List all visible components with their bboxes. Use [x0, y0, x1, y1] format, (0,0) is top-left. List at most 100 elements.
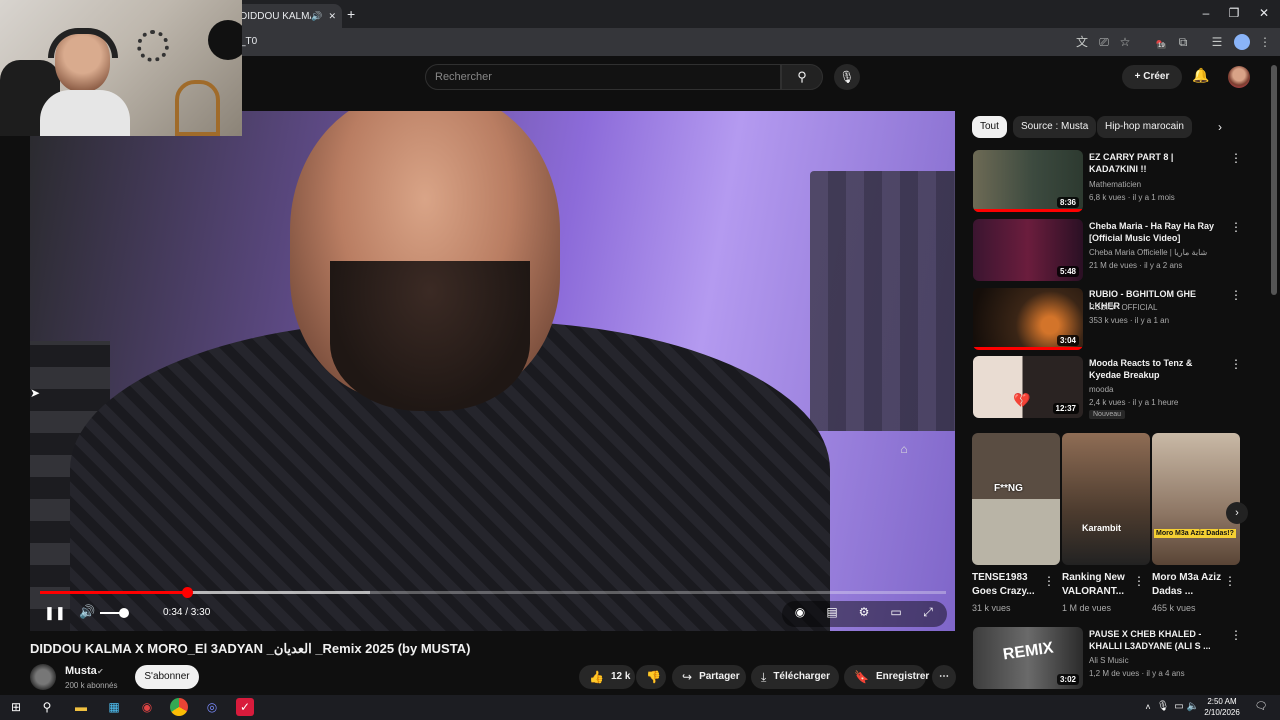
short-thumbnail[interactable]: Moro M3a Aziz Dadas!?: [1152, 433, 1240, 565]
restore-button[interactable]: ❐: [1224, 6, 1244, 20]
volume-icon: 🔊: [79, 604, 96, 619]
channel-avatar[interactable]: [30, 664, 56, 690]
more-actions-button[interactable]: ⋯: [932, 665, 956, 689]
browser-tab[interactable]: DIDDOU KALMA X MORO_El 🔊 ✕: [232, 4, 342, 28]
chip-source[interactable]: Source : Musta: [1013, 116, 1097, 138]
search-button[interactable]: ⚲: [781, 64, 823, 90]
more-vertical-icon[interactable]: ⋮: [1224, 574, 1236, 588]
taskbar-clock[interactable]: 2:50 AM 2/10/2026: [1200, 696, 1244, 718]
rec-channel[interactable]: mooda: [1089, 385, 1113, 394]
page-scrollbar[interactable]: [1271, 65, 1277, 295]
video-player[interactable]: [30, 111, 955, 631]
more-vertical-icon[interactable]: ⋮: [1230, 357, 1242, 371]
lamp: [208, 20, 242, 60]
autoplay-toggle[interactable]: ◉: [791, 605, 809, 619]
notifications-bell-icon[interactable]: 🔔: [1192, 67, 1209, 84]
media-control-icon[interactable]: ☰: [1209, 34, 1225, 50]
rec-thumbnail[interactable]: 5:48: [973, 219, 1083, 281]
download-button[interactable]: ⤓ Télécharger: [751, 665, 839, 689]
share-arrow-icon: ↪: [682, 670, 693, 684]
more-vertical-icon[interactable]: ⋮: [1230, 151, 1242, 165]
save-button[interactable]: 🔖 Enregistrer: [844, 665, 929, 689]
account-avatar[interactable]: [1228, 66, 1250, 88]
app-red-icon[interactable]: ✓: [236, 698, 254, 716]
windows-start-icon[interactable]: ⊞: [7, 698, 25, 716]
short-views: 1 M de vues: [1062, 603, 1112, 613]
rec-title[interactable]: Mooda Reacts to Tenz & Kyedae Breakup: [1089, 357, 1224, 381]
chrome-menu-icon[interactable]: ⋮: [1257, 34, 1273, 50]
rec-thumbnail[interactable]: REMIX 3:02: [973, 627, 1083, 689]
rec-channel[interactable]: RUBIO - OFFICIAL: [1089, 303, 1157, 312]
duration-badge: 8:36: [1056, 197, 1079, 208]
more-vertical-icon[interactable]: ⋮: [1133, 574, 1145, 588]
rec-thumbnail[interactable]: 💔 12:37: [973, 356, 1083, 418]
settings-button[interactable]: ⚙: [855, 605, 873, 619]
rec-channel[interactable]: Cheba Maria Officielle | شابة ماريا: [1089, 248, 1207, 257]
thumbnail-text: REMIX: [1001, 639, 1055, 664]
fullscreen-button[interactable]: ⤢: [919, 605, 937, 620]
channel-name[interactable]: Musta: [65, 665, 97, 677]
short-views: 465 k vues: [1152, 603, 1196, 613]
share-button[interactable]: ↪ Partager: [672, 665, 746, 689]
chip-all[interactable]: Tout: [972, 116, 1007, 138]
short-overlay-text: Karambit: [1082, 523, 1122, 533]
create-label: Créer: [1143, 71, 1170, 82]
rec-title[interactable]: EZ CARRY PART 8 | KADA7KINI !!: [1089, 151, 1224, 175]
app-icon[interactable]: ◉: [138, 698, 156, 716]
cast-icon[interactable]: ⎚: [1096, 34, 1112, 50]
short-thumbnail[interactable]: Karambit: [1062, 433, 1150, 565]
rec-channel[interactable]: Ali S Music: [1089, 656, 1129, 665]
dislike-button[interactable]: 👎: [636, 665, 666, 689]
scrubber-handle[interactable]: [182, 587, 193, 598]
short-title[interactable]: Moro M3a Aziz Dadas ...: [1152, 571, 1224, 599]
chrome-icon[interactable]: [170, 698, 188, 716]
pause-button[interactable]: ❚❚: [44, 605, 66, 621]
more-vertical-icon[interactable]: ⋮: [1230, 628, 1242, 642]
theater-mode-button[interactable]: ▭: [887, 605, 905, 619]
short-title[interactable]: Ranking New VALORANT...: [1062, 571, 1134, 599]
search-input[interactable]: Rechercher: [425, 64, 781, 90]
rec-meta: 1,2 M de vues · il y a 4 ans: [1089, 669, 1185, 678]
minimize-button[interactable]: –: [1196, 6, 1216, 20]
short-thumbnail[interactable]: F**NG: [972, 433, 1060, 565]
store-icon[interactable]: ▦: [105, 698, 123, 716]
file-explorer-icon[interactable]: ▬: [72, 698, 90, 716]
channel-watermark-icon[interactable]: ⌂: [894, 442, 914, 464]
chrome-profile-icon[interactable]: ◎: [203, 698, 221, 716]
translate-icon[interactable]: 文: [1074, 34, 1090, 50]
more-vertical-icon[interactable]: ⋮: [1043, 574, 1055, 588]
more-vertical-icon[interactable]: ⋮: [1230, 220, 1242, 234]
subscribe-button[interactable]: S'abonner: [135, 665, 199, 689]
rec-title[interactable]: Cheba Maria - Ha Ray Ha Ray [Official Mu…: [1089, 220, 1224, 244]
new-tab-button[interactable]: +: [347, 6, 355, 22]
windows-taskbar: [0, 695, 1280, 720]
thumbs-up-icon: 👍: [589, 670, 604, 684]
close-tab-icon[interactable]: ✕: [328, 11, 336, 22]
rec-channel[interactable]: Mathematicien: [1089, 180, 1141, 189]
chips-next-chevron-icon[interactable]: ›: [1218, 120, 1222, 134]
rec-thumbnail[interactable]: 3:04: [973, 288, 1083, 350]
rec-title[interactable]: PAUSE X CHEB KHALED - KHALLI L3ADYANE (A…: [1089, 628, 1224, 652]
url-text[interactable]: _T0: [240, 36, 257, 47]
volume-knob[interactable]: [119, 608, 129, 618]
subtitles-button[interactable]: ▤: [823, 605, 841, 619]
rec-thumbnail[interactable]: 8:36: [973, 150, 1083, 212]
more-vertical-icon[interactable]: ⋮: [1230, 288, 1242, 302]
bookmark-star-icon[interactable]: ☆: [1117, 34, 1133, 50]
chip-hiphop[interactable]: Hip-hop marocain: [1097, 116, 1192, 138]
voice-search-button[interactable]: 🎙: [834, 64, 860, 90]
close-window-button[interactable]: ✕: [1254, 6, 1274, 20]
short-title[interactable]: TENSE1983 Goes Crazy...: [972, 571, 1044, 599]
shorts-next-button[interactable]: ›: [1226, 502, 1248, 524]
wall-mirror: [137, 30, 169, 62]
notifications-icon[interactable]: 🗨: [1252, 698, 1270, 716]
profile-icon[interactable]: [1234, 34, 1250, 50]
create-button[interactable]: + Créer: [1122, 65, 1182, 89]
mute-button[interactable]: 🔊: [79, 604, 95, 620]
search-icon[interactable]: ⚲: [38, 698, 56, 716]
like-button[interactable]: 👍 12 k: [579, 665, 635, 689]
download-icon: ⤓: [761, 670, 767, 684]
headphones: [48, 28, 118, 58]
person-beard: [330, 261, 530, 411]
extensions-puzzle-icon[interactable]: ⧉: [1175, 34, 1191, 50]
